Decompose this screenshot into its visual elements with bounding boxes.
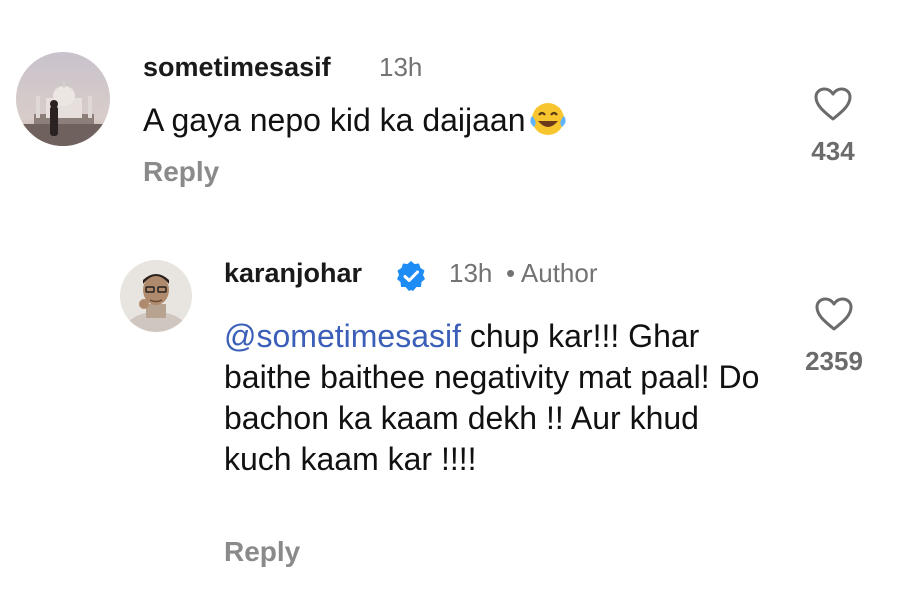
comment-username[interactable]: sometimesasif bbox=[143, 52, 331, 83]
like-button[interactable]: 2359 bbox=[796, 296, 872, 377]
verified-badge-icon bbox=[395, 260, 427, 297]
heart-outline-icon bbox=[800, 86, 866, 122]
meta-separator: • bbox=[506, 258, 516, 288]
like-count: 434 bbox=[811, 136, 855, 166]
avatar-karanjohar[interactable] bbox=[120, 260, 192, 332]
like-button[interactable]: 434 bbox=[800, 86, 866, 167]
reply-button[interactable]: Reply bbox=[224, 536, 300, 568]
avatar-sometimesasif[interactable] bbox=[16, 52, 110, 146]
comment-text: A gaya nepo kid ka daijaan bbox=[143, 100, 743, 147]
like-count: 2359 bbox=[805, 346, 863, 376]
laughing-tears-emoji-icon bbox=[528, 101, 568, 147]
author-label: Author bbox=[520, 258, 598, 288]
reply-timestamp: 13h bbox=[449, 258, 493, 288]
comment-timestamp: 13h bbox=[379, 52, 423, 82]
reply-text: @sometimesasif chup kar!!! Ghar baithe b… bbox=[224, 316, 764, 480]
profile-photo bbox=[120, 260, 192, 332]
reply-button[interactable]: Reply bbox=[143, 156, 219, 188]
comment-body: A gaya nepo kid ka daijaan bbox=[143, 102, 526, 138]
author-tag: • Author bbox=[506, 258, 598, 289]
reply-username[interactable]: karanjohar bbox=[224, 258, 362, 289]
mention-link[interactable]: @sometimesasif bbox=[224, 318, 461, 354]
heart-outline-icon bbox=[796, 296, 872, 332]
taj-mahal-photo bbox=[16, 52, 110, 146]
